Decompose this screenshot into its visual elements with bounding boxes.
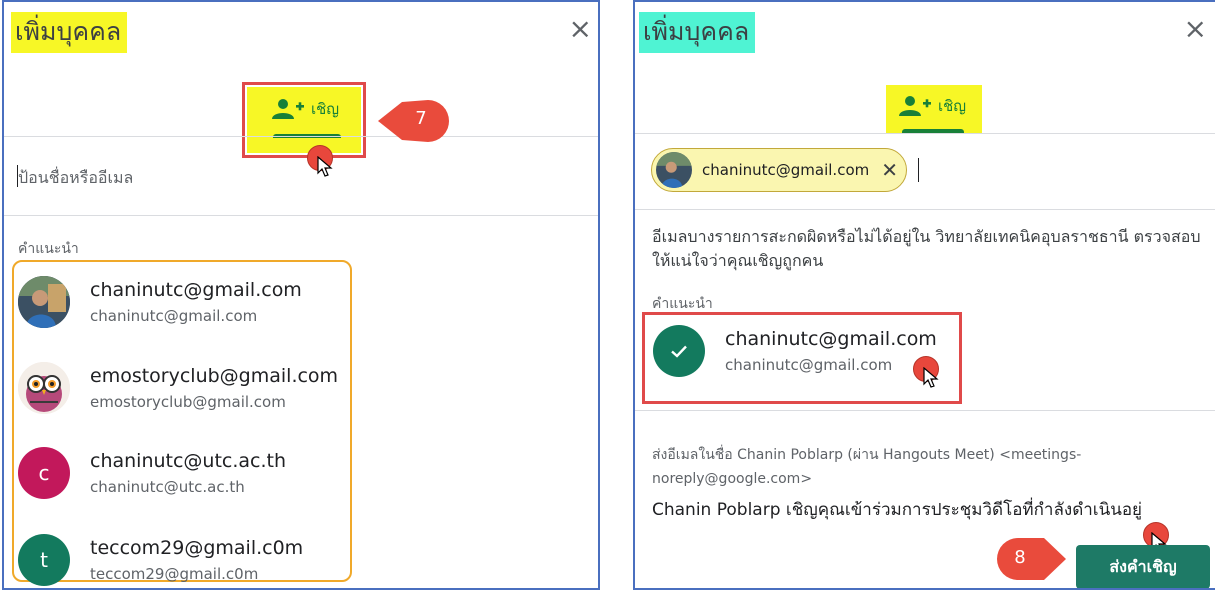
suggestion-name: teccom29@gmail.c0m (90, 537, 304, 559)
suggestion-name: chaninutc@utc.ac.th (90, 450, 287, 472)
remove-chip-icon[interactable]: ✕ (881, 158, 898, 182)
invite-message: Chanin Poblarp เชิญคุณเข้าร่วมการประชุมว… (652, 500, 1143, 520)
tab-invite[interactable]: เชิญ (886, 85, 982, 133)
avatar: t (18, 534, 70, 586)
divider (4, 215, 598, 216)
suggestion-name: chaninutc@gmail.com (90, 279, 302, 301)
suggestion-email: emostoryclub@gmail.com (90, 393, 286, 411)
suggestion-item[interactable]: chaninutc@gmail.com chaninutc@gmail.com (18, 276, 302, 328)
close-icon[interactable]: × (569, 14, 592, 44)
selected-suggestion[interactable]: chaninutc@gmail.com chaninutc@gmail.com (653, 325, 937, 377)
check-icon (671, 345, 687, 358)
divider (635, 209, 1215, 210)
suggestion-email: chaninutc@gmail.com (90, 307, 258, 325)
recipient-chip[interactable]: chaninutc@gmail.com ✕ (651, 148, 907, 192)
text-caret (918, 158, 919, 182)
suggestion-email: chaninutc@utc.ac.th (90, 478, 245, 496)
send-invite-button[interactable]: ส่งคำเชิญ (1076, 545, 1210, 588)
suggestion-item[interactable]: t teccom29@gmail.c0m teccom29@gmail.c0m (18, 534, 303, 586)
suggestion-item[interactable]: c chaninutc@utc.ac.th chaninutc@utc.ac.t… (18, 447, 286, 499)
tab-invite-label: เชิญ (311, 100, 340, 118)
mouse-pointer-icon (923, 367, 939, 388)
avatar (18, 276, 70, 328)
add-people-dialog-left: เพิ่มบุคคล × เชิญ ป้อนชื่อหรืออีเมล คำแน… (2, 0, 600, 590)
suggestion-name: emostoryclub@gmail.com (90, 365, 339, 387)
suggestions-label: คำแนะนำ (18, 241, 79, 257)
suggestion-item[interactable]: emostoryclub@gmail.com emostoryclub@gmai… (18, 362, 338, 414)
search-input[interactable]: ป้อนชื่อหรืออีเมล (4, 137, 598, 215)
suggestion-email: chaninutc@gmail.com (725, 356, 893, 374)
tab-invite-label: เชิญ (938, 97, 967, 115)
close-icon[interactable]: × (1184, 14, 1207, 44)
step-callout-8 (997, 538, 1066, 580)
dialog-title: เพิ่มบุคคล (639, 12, 756, 53)
suggestion-name: chaninutc@gmail.com (725, 328, 937, 350)
divider (635, 410, 1215, 411)
divider (635, 133, 1215, 134)
dialog-title: เพิ่มบุคคล (11, 12, 128, 53)
step-number: 8 (1014, 547, 1026, 568)
person-add-icon (899, 96, 931, 116)
avatar: c (18, 447, 70, 499)
person-add-icon (272, 99, 304, 119)
avatar-letter: t (40, 548, 48, 572)
search-placeholder: ป้อนชื่อหรืออีเมล (18, 168, 134, 187)
domain-warning: อีเมลบางรายการสะกดผิดหรือไม่ได้อยู่ใน วิ… (652, 227, 1201, 270)
chip-label: chaninutc@gmail.com (702, 161, 870, 179)
add-people-dialog-right: เพิ่มบุคคล × เชิญ chaninutc@gmail.com ✕ (633, 0, 1215, 590)
avatar-letter: c (38, 461, 50, 485)
text-caret (17, 165, 18, 187)
avatar (656, 152, 692, 188)
avatar (653, 325, 705, 377)
suggestion-email: teccom29@gmail.c0m (90, 565, 259, 583)
step-number: 7 (415, 108, 427, 129)
sender-line: ส่งอีเมลในชื่อ Chanin Poblarp (ผ่าน Hang… (652, 447, 1082, 487)
avatar (18, 362, 70, 414)
